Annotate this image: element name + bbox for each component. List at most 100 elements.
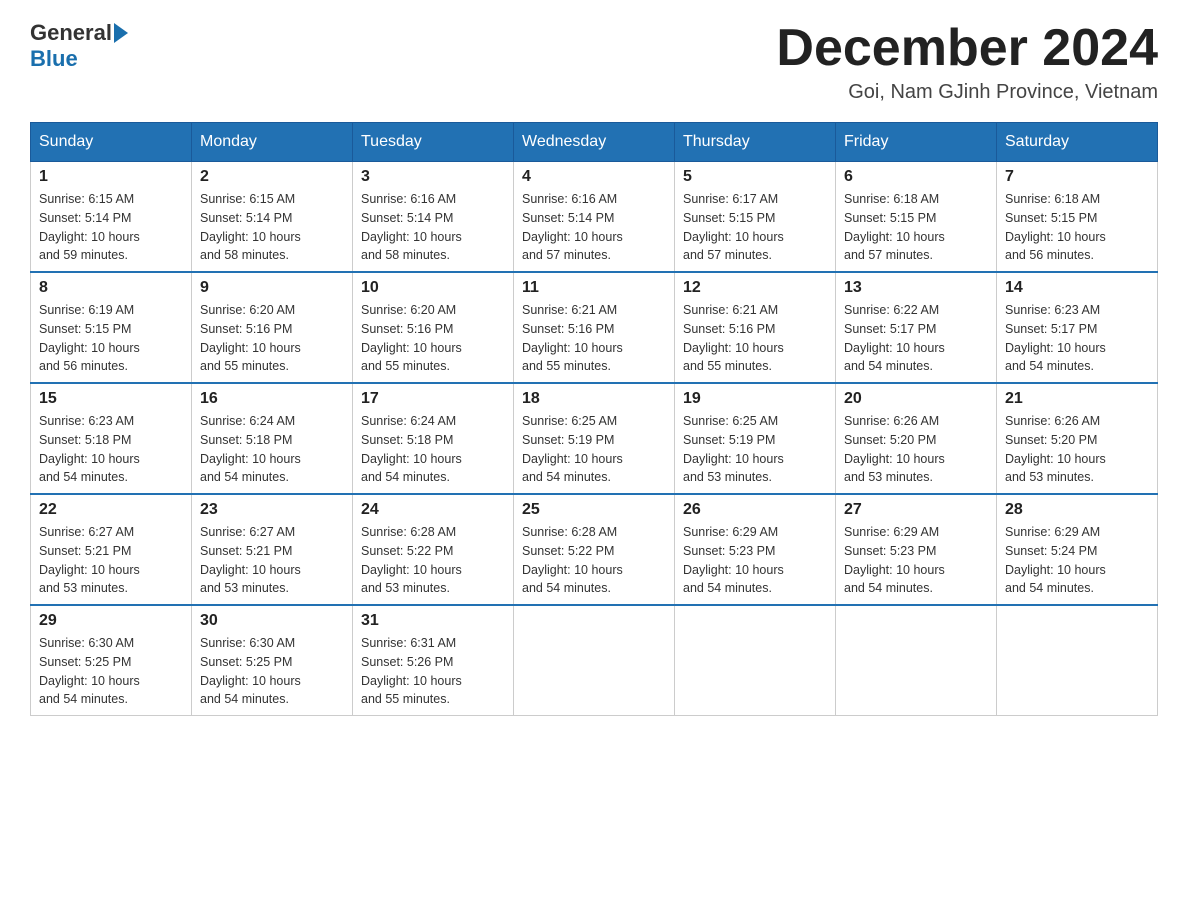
calendar-cell: 13 Sunrise: 6:22 AMSunset: 5:17 PMDayligh… [836,272,997,383]
calendar-cell: 21 Sunrise: 6:26 AMSunset: 5:20 PMDayligh… [997,383,1158,494]
day-number: 9 [200,279,344,297]
weekday-header-saturday: Saturday [997,123,1158,162]
title-area: December 2024 Goi, Nam GJinh Province, V… [776,20,1158,104]
weekday-header-tuesday: Tuesday [353,123,514,162]
day-number: 6 [844,168,988,186]
day-number: 11 [522,279,666,297]
calendar-cell: 22 Sunrise: 6:27 AMSunset: 5:21 PMDayligh… [31,494,192,605]
calendar-week-row: 15 Sunrise: 6:23 AMSunset: 5:18 PMDayligh… [31,383,1158,494]
day-number: 5 [683,168,827,186]
day-info: Sunrise: 6:27 AMSunset: 5:21 PMDaylight:… [200,523,344,598]
calendar-week-row: 8Sunrise: 6:19 AMSunset: 5:15 PMDaylight… [31,272,1158,383]
day-info: Sunrise: 6:16 AMSunset: 5:14 PMDaylight:… [522,190,666,265]
day-info: Sunrise: 6:23 AMSunset: 5:17 PMDaylight:… [1005,301,1149,376]
calendar-week-row: 29 Sunrise: 6:30 AMSunset: 5:25 PMDayligh… [31,605,1158,716]
day-number: 22 [39,501,183,519]
day-number: 2 [200,168,344,186]
day-info: Sunrise: 6:18 AMSunset: 5:15 PMDaylight:… [844,190,988,265]
day-number: 30 [200,612,344,630]
day-info: Sunrise: 6:26 AMSunset: 5:20 PMDaylight:… [844,412,988,487]
logo-blue-text: Blue [30,46,78,72]
calendar-cell: 17Sunrise: 6:24 AMSunset: 5:18 PMDayligh… [353,383,514,494]
calendar-cell: 8Sunrise: 6:19 AMSunset: 5:15 PMDaylight… [31,272,192,383]
day-info: Sunrise: 6:21 AMSunset: 5:16 PMDaylight:… [522,301,666,376]
day-number: 23 [200,501,344,519]
day-number: 24 [361,501,505,519]
calendar-cell: 3 Sunrise: 6:16 AMSunset: 5:14 PMDaylight… [353,162,514,273]
day-info: Sunrise: 6:22 AMSunset: 5:17 PMDaylight:… [844,301,988,376]
calendar-cell: 5 Sunrise: 6:17 AMSunset: 5:15 PMDaylight… [675,162,836,273]
day-info: Sunrise: 6:17 AMSunset: 5:15 PMDaylight:… [683,190,827,265]
day-info: Sunrise: 6:15 AMSunset: 5:14 PMDaylight:… [39,190,183,265]
day-number: 29 [39,612,183,630]
day-info: Sunrise: 6:31 AMSunset: 5:26 PMDaylight:… [361,634,505,709]
calendar-cell: 25Sunrise: 6:28 AMSunset: 5:22 PMDayligh… [514,494,675,605]
weekday-header-sunday: Sunday [31,123,192,162]
calendar-cell [514,605,675,716]
day-number: 21 [1005,390,1149,408]
day-info: Sunrise: 6:28 AMSunset: 5:22 PMDaylight:… [361,523,505,598]
day-info: Sunrise: 6:26 AMSunset: 5:20 PMDaylight:… [1005,412,1149,487]
calendar-cell: 16 Sunrise: 6:24 AMSunset: 5:18 PMDayligh… [192,383,353,494]
calendar-cell: 1 Sunrise: 6:15 AMSunset: 5:14 PMDaylight… [31,162,192,273]
logo-area: General Blue [30,20,130,72]
day-info: Sunrise: 6:27 AMSunset: 5:21 PMDaylight:… [39,523,183,598]
calendar-cell: 15 Sunrise: 6:23 AMSunset: 5:18 PMDayligh… [31,383,192,494]
calendar-cell: 31 Sunrise: 6:31 AMSunset: 5:26 PMDayligh… [353,605,514,716]
day-info: Sunrise: 6:29 AMSunset: 5:23 PMDaylight:… [844,523,988,598]
calendar-week-row: 1 Sunrise: 6:15 AMSunset: 5:14 PMDaylight… [31,162,1158,273]
calendar-cell: 10 Sunrise: 6:20 AMSunset: 5:16 PMDayligh… [353,272,514,383]
calendar-cell: 28 Sunrise: 6:29 AMSunset: 5:24 PMDayligh… [997,494,1158,605]
day-info: Sunrise: 6:19 AMSunset: 5:15 PMDaylight:… [39,301,183,376]
day-info: Sunrise: 6:25 AMSunset: 5:19 PMDaylight:… [522,412,666,487]
calendar-cell: 4 Sunrise: 6:16 AMSunset: 5:14 PMDaylight… [514,162,675,273]
header: General Blue December 2024 Goi, Nam GJin… [30,20,1158,104]
calendar-cell: 2Sunrise: 6:15 AMSunset: 5:14 PMDaylight… [192,162,353,273]
day-number: 1 [39,168,183,186]
day-number: 16 [200,390,344,408]
day-info: Sunrise: 6:30 AMSunset: 5:25 PMDaylight:… [200,634,344,709]
day-number: 3 [361,168,505,186]
day-number: 31 [361,612,505,630]
day-number: 14 [1005,279,1149,297]
calendar-cell: 18Sunrise: 6:25 AMSunset: 5:19 PMDayligh… [514,383,675,494]
weekday-header-wednesday: Wednesday [514,123,675,162]
weekday-header-row: SundayMondayTuesdayWednesdayThursdayFrid… [31,123,1158,162]
day-info: Sunrise: 6:29 AMSunset: 5:23 PMDaylight:… [683,523,827,598]
day-number: 10 [361,279,505,297]
day-info: Sunrise: 6:25 AMSunset: 5:19 PMDaylight:… [683,412,827,487]
calendar-cell: 7Sunrise: 6:18 AMSunset: 5:15 PMDaylight… [997,162,1158,273]
day-number: 27 [844,501,988,519]
day-number: 13 [844,279,988,297]
day-info: Sunrise: 6:29 AMSunset: 5:24 PMDaylight:… [1005,523,1149,598]
page-subtitle: Goi, Nam GJinh Province, Vietnam [776,81,1158,104]
day-number: 28 [1005,501,1149,519]
logo-arrow-icon [114,23,128,43]
day-info: Sunrise: 6:24 AMSunset: 5:18 PMDaylight:… [200,412,344,487]
day-number: 20 [844,390,988,408]
day-info: Sunrise: 6:30 AMSunset: 5:25 PMDaylight:… [39,634,183,709]
logo: General [30,20,130,46]
day-info: Sunrise: 6:18 AMSunset: 5:15 PMDaylight:… [1005,190,1149,265]
logo-general-text: General [30,20,112,46]
calendar-cell [836,605,997,716]
calendar-cell: 11 Sunrise: 6:21 AMSunset: 5:16 PMDayligh… [514,272,675,383]
weekday-header-monday: Monday [192,123,353,162]
day-info: Sunrise: 6:20 AMSunset: 5:16 PMDaylight:… [361,301,505,376]
day-info: Sunrise: 6:23 AMSunset: 5:18 PMDaylight:… [39,412,183,487]
calendar-cell: 26Sunrise: 6:29 AMSunset: 5:23 PMDayligh… [675,494,836,605]
day-number: 4 [522,168,666,186]
calendar-cell: 14 Sunrise: 6:23 AMSunset: 5:17 PMDayligh… [997,272,1158,383]
day-info: Sunrise: 6:16 AMSunset: 5:14 PMDaylight:… [361,190,505,265]
day-number: 15 [39,390,183,408]
calendar-cell: 23 Sunrise: 6:27 AMSunset: 5:21 PMDayligh… [192,494,353,605]
calendar-cell: 27 Sunrise: 6:29 AMSunset: 5:23 PMDayligh… [836,494,997,605]
day-number: 12 [683,279,827,297]
calendar-cell: 20 Sunrise: 6:26 AMSunset: 5:20 PMDayligh… [836,383,997,494]
calendar-cell [675,605,836,716]
day-number: 19 [683,390,827,408]
calendar-cell: 9Sunrise: 6:20 AMSunset: 5:16 PMDaylight… [192,272,353,383]
calendar-week-row: 22 Sunrise: 6:27 AMSunset: 5:21 PMDayligh… [31,494,1158,605]
day-info: Sunrise: 6:24 AMSunset: 5:18 PMDaylight:… [361,412,505,487]
weekday-header-friday: Friday [836,123,997,162]
